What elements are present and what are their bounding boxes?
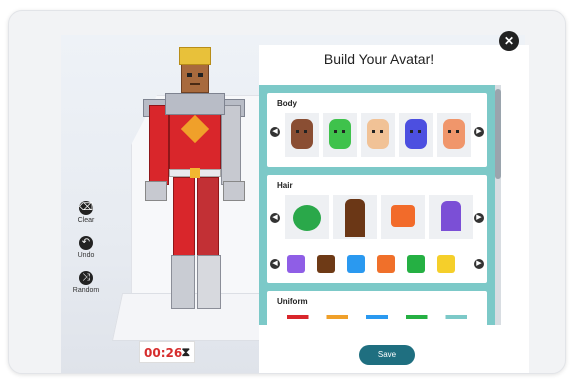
hair-style-3[interactable] bbox=[381, 195, 425, 239]
avatar-figure bbox=[129, 47, 249, 327]
save-button[interactable]: Save bbox=[359, 345, 415, 365]
skin-option-2[interactable] bbox=[323, 113, 357, 157]
hair-color-3[interactable] bbox=[347, 255, 365, 273]
body-title: Body bbox=[277, 99, 297, 108]
options-list[interactable]: Body ◀ ▶ Hair ◀ ▶ ◀ ▶ Uniform bbox=[259, 85, 495, 325]
hair-title: Hair bbox=[277, 181, 293, 190]
hair-style-1[interactable] bbox=[285, 195, 329, 239]
hair-next-button[interactable]: ▶ bbox=[474, 213, 484, 223]
panel-title: Build Your Avatar! bbox=[323, 51, 435, 67]
shuffle-icon: ⤨ bbox=[79, 271, 93, 285]
options-scrollbar[interactable] bbox=[495, 85, 501, 325]
app-window: ⌫ Clear ↶ Undo ⤨ Random 00:26 ⧗ Build Yo… bbox=[8, 10, 566, 374]
undo-icon: ↶ bbox=[79, 236, 93, 250]
avatar-panel: Build Your Avatar! Body ◀ ▶ Hair ◀ ▶ ◀ ▶… bbox=[259, 45, 529, 373]
hair-color-5[interactable] bbox=[407, 255, 425, 273]
hair-style-4[interactable] bbox=[429, 195, 473, 239]
close-icon[interactable]: ✕ bbox=[499, 31, 519, 51]
clear-label: Clear bbox=[77, 217, 95, 224]
clear-button[interactable]: ⌫ Clear bbox=[71, 201, 101, 224]
body-next-button[interactable]: ▶ bbox=[474, 127, 484, 137]
skin-option-1[interactable] bbox=[285, 113, 319, 157]
undo-button[interactable]: ↶ Undo bbox=[71, 236, 101, 259]
body-card: Body ◀ ▶ bbox=[267, 93, 487, 167]
hair-card: Hair ◀ ▶ ◀ ▶ bbox=[267, 175, 487, 283]
skin-option-4[interactable] bbox=[399, 113, 433, 157]
hair-color-4[interactable] bbox=[377, 255, 395, 273]
haircolor-next-button[interactable]: ▶ bbox=[474, 259, 484, 269]
timer-value: 00:26 bbox=[144, 346, 183, 360]
random-button[interactable]: ⤨ Random bbox=[71, 271, 101, 294]
hair-prev-button[interactable]: ◀ bbox=[270, 213, 280, 223]
scroll-thumb[interactable] bbox=[495, 89, 501, 179]
random-label: Random bbox=[72, 287, 100, 294]
hair-color-1[interactable] bbox=[287, 255, 305, 273]
skin-option-3[interactable] bbox=[361, 113, 395, 157]
eraser-icon: ⌫ bbox=[79, 201, 94, 215]
hair-color-2[interactable] bbox=[317, 255, 335, 273]
uniform-title: Uniform bbox=[277, 297, 308, 306]
hair-color-6[interactable] bbox=[437, 255, 455, 273]
skin-option-5[interactable] bbox=[437, 113, 471, 157]
body-prev-button[interactable]: ◀ bbox=[270, 127, 280, 137]
tool-column: ⌫ Clear ↶ Undo ⤨ Random bbox=[71, 201, 101, 306]
undo-label: Undo bbox=[77, 252, 95, 259]
haircolor-prev-button[interactable]: ◀ bbox=[270, 259, 280, 269]
timer: 00:26 ⧗ bbox=[139, 341, 195, 363]
uniform-card: Uniform bbox=[267, 291, 487, 325]
hourglass-icon: ⧗ bbox=[181, 345, 190, 359]
uniform-preview-strip bbox=[287, 315, 467, 319]
hair-style-2[interactable] bbox=[333, 195, 377, 239]
